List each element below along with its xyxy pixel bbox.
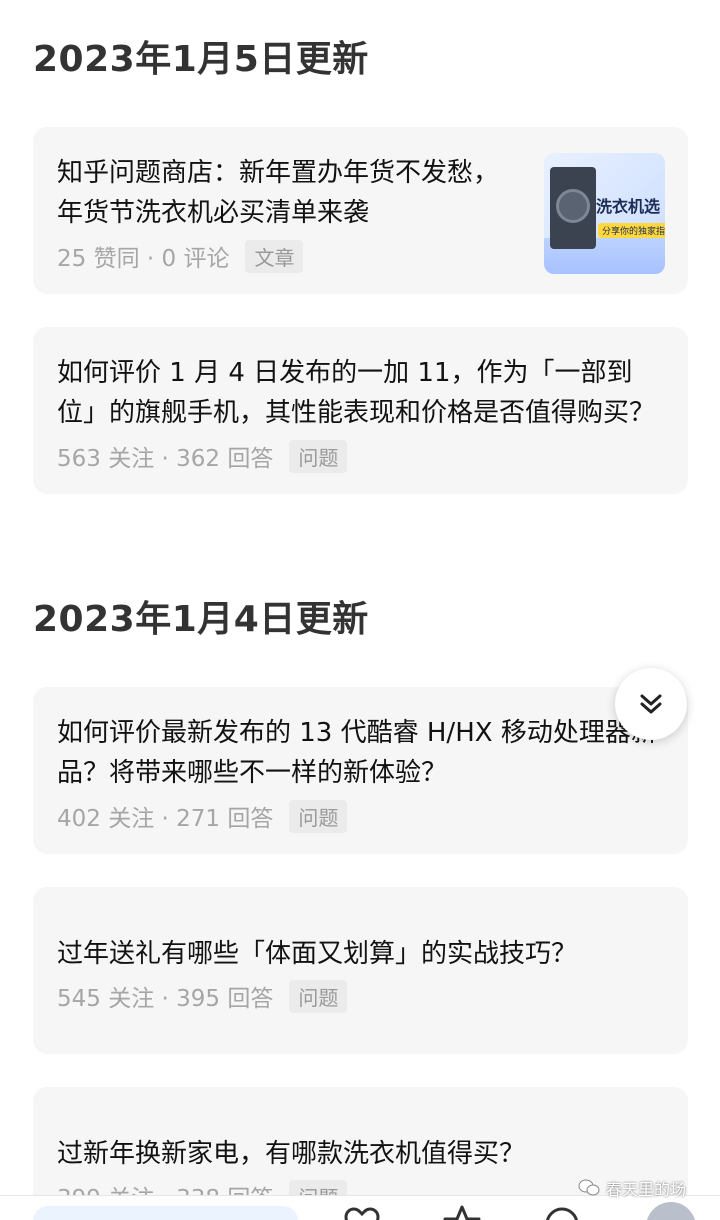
card-title: 如何评价最新发布的 13 代酷睿 H/HX 移动处理器新品？将带来哪些不一样的新… [57,718,657,788]
card-question[interactable]: 如何评价 1 月 4 日发布的一加 11，作为「一部到位」的旗舰手机，其性能表现… [33,327,688,494]
card-type-tag: 问题 [289,439,348,473]
thumbnail-caption: 洗衣机选 [596,197,661,216]
card-stats: 25 赞同 · 0 评论 [57,246,230,272]
card-meta: 545 关注 · 395 回答 问题 [57,979,348,1013]
card-title: 知乎问题商店：新年置办年货不发愁，年货节洗衣机必买清单来袭 [57,158,500,228]
star-icon[interactable] [442,1204,482,1220]
card-stats: 402 关注 · 271 回答 [57,806,274,832]
watermark: 春天里的场 [578,1176,686,1200]
wechat-icon [578,1179,600,1196]
avatar[interactable] [646,1202,696,1220]
card-title: 如何评价 1 月 4 日发布的一加 11，作为「一部到位」的旗舰手机，其性能表现… [57,358,656,428]
card-meta: 402 关注 · 271 回答 问题 [57,799,348,833]
card-stats: 545 关注 · 395 回答 [57,986,274,1012]
watermark-text: 春天里的场 [606,1180,687,1199]
card-stats: 563 关注 · 362 回答 [57,446,274,472]
card-type-tag: 问题 [289,799,348,833]
article-thumbnail[interactable]: 洗衣机选 分享你的独家指 [544,153,665,274]
card-question[interactable]: 过年送礼有哪些「体面又划算」的实战技巧？ 545 关注 · 395 回答 问题 [33,887,688,1054]
heart-icon[interactable] [342,1204,382,1220]
comment-input[interactable] [33,1206,298,1220]
card-meta: 563 关注 · 362 回答 问题 [57,439,348,473]
card-article[interactable]: 知乎问题商店：新年置办年货不发愁，年货节洗衣机必买清单来袭 25 赞同 · 0 … [33,127,688,294]
section-title-jan5: 2023年1月5日更新 [33,39,369,80]
card-type-tag: 问题 [289,979,348,1013]
scroll-down-button[interactable] [615,668,687,740]
thumbnail-subcaption: 分享你的独家指 [598,223,665,238]
comment-icon[interactable] [542,1204,582,1220]
card-title: 过年送礼有哪些「体面又划算」的实战技巧？ [57,939,578,969]
card-title: 过新年换新家电，有哪款洗衣机值得买？ [57,1139,526,1169]
card-type-tag: 文章 [245,239,304,273]
section-title-jan4: 2023年1月4日更新 [33,599,369,640]
double-chevron-down-icon [640,694,662,714]
washing-machine-image [550,167,596,249]
card-question[interactable]: 如何评价最新发布的 13 代酷睿 H/HX 移动处理器新品？将带来哪些不一样的新… [33,687,688,854]
card-meta: 25 赞同 · 0 评论 文章 [57,239,304,273]
